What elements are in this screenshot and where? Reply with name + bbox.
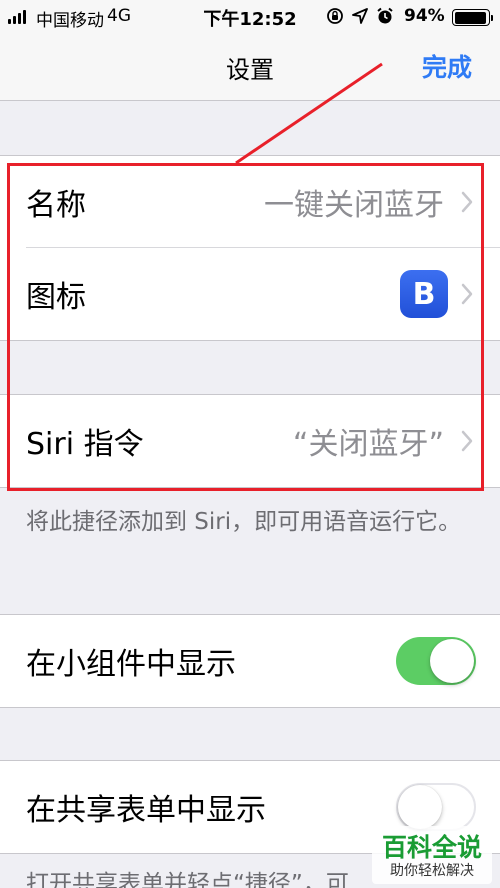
- bitcoin-glyph: B: [412, 276, 436, 312]
- icon-row[interactable]: 图标 B: [0, 248, 500, 340]
- name-row[interactable]: 名称 一键关闭蓝牙: [0, 156, 500, 248]
- watermark-logo: 百科全说 助你轻松解决: [372, 826, 492, 884]
- chevron-right-icon: [461, 430, 473, 452]
- watermark-subtitle: 助你轻松解决: [390, 863, 474, 879]
- siri-footnote: 将此捷径添加到 Siri，即可用语音运行它。: [26, 509, 462, 535]
- name-label: 名称: [26, 188, 86, 223]
- icon-label: 图标: [26, 280, 86, 315]
- siri-group: Siri 指令 “关闭蓝牙”: [0, 394, 500, 488]
- widget-label: 在小组件中显示: [26, 647, 236, 682]
- rotation-lock-icon: [327, 8, 343, 24]
- widget-group: 在小组件中显示: [0, 614, 500, 708]
- siri-label: Siri 指令: [26, 427, 144, 462]
- chevron-right-icon: [461, 283, 473, 305]
- widget-toggle[interactable]: [396, 637, 476, 685]
- chevron-right-icon: [461, 191, 473, 213]
- siri-phrase-value: “关闭蓝牙”: [292, 427, 444, 462]
- name-value: 一键关闭蓝牙: [264, 188, 444, 223]
- share-label: 在共享表单中显示: [26, 793, 266, 828]
- battery-percentage: 94%: [404, 6, 445, 26]
- done-button[interactable]: 完成: [422, 48, 472, 84]
- details-group: 名称 一键关闭蓝牙 图标 B: [0, 155, 500, 341]
- share-toggle[interactable]: [396, 783, 476, 831]
- battery-icon: [452, 9, 493, 26]
- watermark-title: 百科全说: [381, 833, 482, 862]
- navigation-bar: 设置 完成: [0, 34, 500, 101]
- siri-row[interactable]: Siri 指令 “关闭蓝牙”: [0, 395, 500, 487]
- widget-row: 在小组件中显示: [0, 615, 500, 707]
- alarm-icon: [377, 7, 393, 24]
- location-icon: [352, 8, 368, 24]
- status-bar: 中国移动 4G 下午12:52 94%: [0, 0, 500, 34]
- bitcoin-app-icon: B: [400, 270, 448, 318]
